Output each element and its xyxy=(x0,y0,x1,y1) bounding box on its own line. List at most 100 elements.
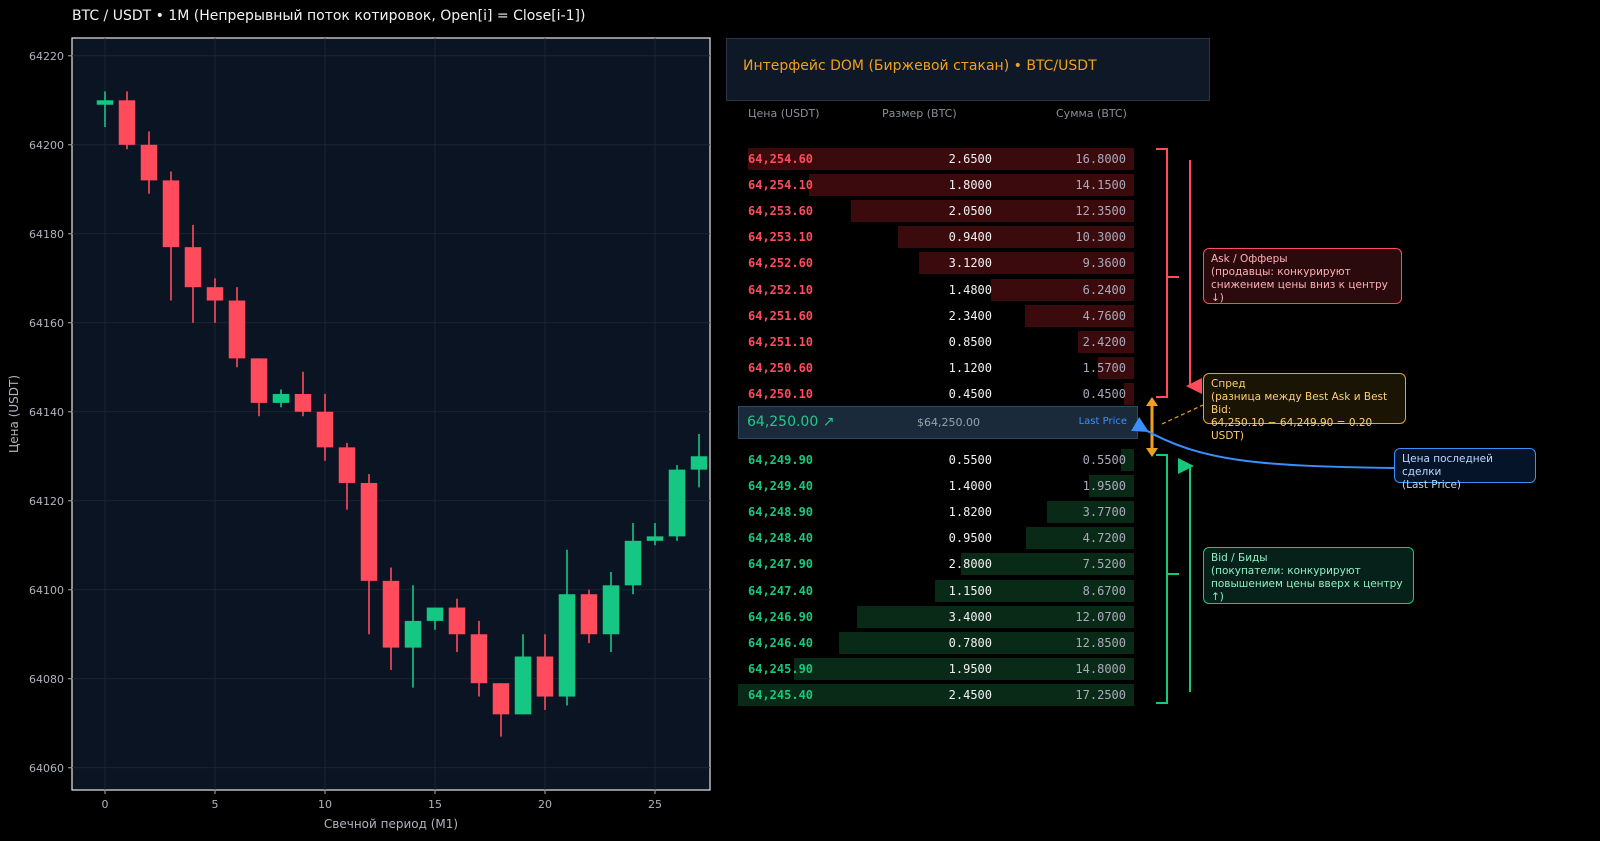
candle-body xyxy=(580,594,598,635)
bid-note-title: Bid / Биды xyxy=(1211,552,1268,564)
last-price-row[interactable]: 64,250.00 ↗ $64,250.00 Last Price xyxy=(738,406,1138,439)
last-note-line1: (Last Price) xyxy=(1402,479,1462,491)
bid-price: 64,248.90 xyxy=(748,505,814,520)
ask-total: 12.3500 xyxy=(1075,204,1126,219)
ask-price: 64,250.10 xyxy=(748,386,814,401)
ask-row[interactable]: 64,251.60 2.3400 4.7600 xyxy=(738,304,1134,327)
bid-total: 0.5500 xyxy=(1082,453,1126,467)
candle-body xyxy=(470,634,488,684)
bid-size: 0.5500 xyxy=(948,453,992,467)
y-tick-label: 64140 xyxy=(29,406,64,419)
spread-arrow-top xyxy=(1146,397,1158,406)
x-tick-label: 10 xyxy=(318,798,332,811)
y-tick-label: 64100 xyxy=(29,584,64,597)
bid-row[interactable]: 64,248.90 1.8200 3.7700 xyxy=(738,501,1134,524)
y-tick-label: 64220 xyxy=(29,50,64,63)
bid-row[interactable]: 64,247.40 1.1500 8.6700 xyxy=(738,579,1134,602)
candle-body xyxy=(448,607,466,635)
x-tick-label: 15 xyxy=(428,798,442,811)
bid-size: 0.7800 xyxy=(948,635,992,650)
y-tick-label: 64080 xyxy=(29,673,64,686)
ask-row[interactable]: 64,253.60 2.0500 12.3500 xyxy=(738,200,1134,223)
candle-body xyxy=(690,456,708,470)
column-header-price: Цена (USDT) xyxy=(748,107,820,120)
ask-total: 2.4200 xyxy=(1082,334,1126,349)
candle-body xyxy=(492,683,510,715)
bid-note-line1: (покупатели: конкурируют xyxy=(1211,565,1361,577)
candle-body xyxy=(338,447,356,483)
candle-body xyxy=(184,247,202,288)
ask-price: 64,254.60 xyxy=(748,152,814,166)
bid-size: 1.8200 xyxy=(948,505,992,520)
ask-size: 3.1200 xyxy=(948,256,992,271)
bid-size: 0.9500 xyxy=(948,531,992,546)
candle-body xyxy=(228,300,246,359)
candle-body xyxy=(96,100,114,105)
bid-price: 64,249.40 xyxy=(748,479,814,494)
candle-body xyxy=(294,393,312,412)
ask-note-line2: снижением цены вниз к центру ↓) xyxy=(1211,279,1388,304)
bid-row[interactable]: 64,246.90 3.4000 12.0700 xyxy=(738,605,1134,628)
ask-size: 2.6500 xyxy=(948,152,992,166)
ask-bracket xyxy=(1156,148,1179,398)
spread-connector xyxy=(1161,404,1204,425)
x-tick-label: 25 xyxy=(648,798,662,811)
ask-size: 2.3400 xyxy=(948,308,992,323)
ask-total: 1.5700 xyxy=(1082,360,1126,375)
ask-total: 0.4500 xyxy=(1082,386,1126,401)
ask-price: 64,254.10 xyxy=(748,178,814,193)
ask-size: 0.9400 xyxy=(948,230,992,245)
last-note-title: Цена последней сделки xyxy=(1402,453,1493,478)
ask-total: 14.1500 xyxy=(1075,178,1126,193)
column-header-total: Сумма (BTC) xyxy=(1056,107,1127,120)
bid-total: 12.8500 xyxy=(1075,635,1126,650)
bid-row[interactable]: 64,249.90 0.5500 0.5500 xyxy=(738,449,1134,471)
ask-price: 64,250.60 xyxy=(748,360,814,375)
ask-total: 6.2400 xyxy=(1082,282,1126,297)
ask-row[interactable]: 64,254.10 1.8000 14.1500 xyxy=(738,174,1134,197)
bid-note-line2: повышением цены вверх к центру ↑) xyxy=(1211,578,1403,603)
bid-total: 17.2500 xyxy=(1075,687,1126,702)
ask-total: 9.3600 xyxy=(1082,256,1126,271)
ask-row[interactable]: 64,251.10 0.8500 2.4200 xyxy=(738,330,1134,353)
bid-total: 7.5200 xyxy=(1082,557,1126,572)
y-tick-label: 64060 xyxy=(29,762,64,775)
bid-price: 64,247.90 xyxy=(748,557,814,572)
candle-body xyxy=(360,482,378,581)
bid-price: 64,249.90 xyxy=(748,453,814,467)
ask-row[interactable]: 64,253.10 0.9400 10.3000 xyxy=(738,226,1134,249)
candle-body xyxy=(558,594,576,697)
ask-row[interactable]: 64,250.60 1.1200 1.5700 xyxy=(738,356,1134,379)
candle-body xyxy=(624,540,642,586)
bid-row[interactable]: 64,245.90 1.9500 14.8000 xyxy=(738,657,1134,680)
ask-total: 10.3000 xyxy=(1075,230,1126,245)
ask-total: 16.8000 xyxy=(1075,152,1126,166)
bid-row[interactable]: 64,246.40 0.7800 12.8500 xyxy=(738,631,1134,654)
ask-row[interactable]: 64,252.60 3.1200 9.3600 xyxy=(738,252,1134,275)
candle-body xyxy=(272,393,290,403)
bid-total: 8.6700 xyxy=(1082,583,1126,598)
ask-row[interactable]: 64,254.60 2.6500 16.8000 xyxy=(738,148,1134,170)
x-tick-label: 5 xyxy=(212,798,219,811)
bid-price: 64,248.40 xyxy=(748,531,814,546)
ask-row[interactable]: 64,250.10 0.4500 0.4500 xyxy=(738,382,1134,405)
bid-row[interactable]: 64,247.90 2.8000 7.5200 xyxy=(738,553,1134,576)
plot-area xyxy=(71,37,711,791)
bid-size: 3.4000 xyxy=(948,609,992,624)
ask-row[interactable]: 64,252.10 1.4800 6.2400 xyxy=(738,278,1134,301)
column-header-size: Размер (BTC) xyxy=(882,107,957,120)
ask-size: 1.1200 xyxy=(948,360,992,375)
ask-size: 0.4500 xyxy=(948,386,992,401)
candle-body xyxy=(602,585,620,635)
bid-row[interactable]: 64,249.40 1.4000 1.9500 xyxy=(738,475,1134,498)
x-tick-label: 0 xyxy=(102,798,109,811)
y-axis-label: Цена (USDT) xyxy=(7,375,21,453)
dom-header: Интерфейс DOM (Биржевой стакан) • BTC/US… xyxy=(726,38,1210,101)
last-price-fiat: $64,250.00 xyxy=(917,416,980,429)
bid-row[interactable]: 64,248.40 0.9500 4.7200 xyxy=(738,527,1134,550)
spread-note-line1: (разница между Best Ask и Best Bid: xyxy=(1211,391,1388,416)
bid-row[interactable]: 64,245.40 2.4500 17.2500 xyxy=(738,683,1134,706)
ask-price: 64,251.60 xyxy=(748,308,814,323)
bid-total: 4.7200 xyxy=(1082,531,1126,546)
y-tick-label: 64180 xyxy=(29,228,64,241)
